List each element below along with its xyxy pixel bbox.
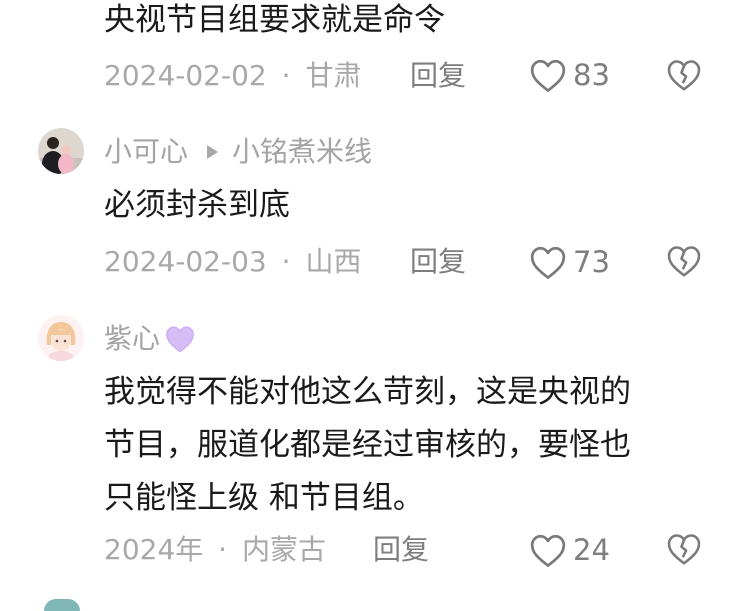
- author-name[interactable]: 小可心: [104, 134, 188, 170]
- meta-separator: ·: [281, 59, 291, 92]
- avatar[interactable]: [38, 128, 84, 174]
- meta-separator: ·: [281, 245, 291, 278]
- comment-meta: 2024-02-02 · 甘肃: [104, 58, 361, 94]
- dislike-button[interactable]: [666, 244, 702, 278]
- meta-separator: ·: [218, 533, 228, 566]
- comment-meta: 2024-02-03 · 山西: [104, 244, 361, 280]
- reply-button[interactable]: 回复: [410, 58, 466, 94]
- dislike-button[interactable]: [666, 58, 702, 92]
- reply-button[interactable]: 回复: [373, 532, 429, 568]
- comment-date: 2024年: [104, 533, 204, 566]
- reply-arrow-icon: [207, 145, 219, 159]
- like-button[interactable]: 24: [529, 532, 610, 568]
- like-button[interactable]: 83: [529, 57, 610, 93]
- comment-text: 必须封杀到底: [104, 187, 290, 223]
- comment-location: 山西: [305, 245, 362, 278]
- comment-text-line-2: 节目，服道化都是经过审核的，要怪也: [104, 427, 631, 463]
- comment-text-line-3: 只能怪上级 和节目组。: [104, 480, 424, 516]
- comment-location: 甘肃: [305, 59, 362, 92]
- comment-meta: 2024年 · 内蒙古: [104, 532, 326, 568]
- reply-to-name[interactable]: 小铭煮米线: [232, 134, 372, 170]
- avatar-photo: [38, 128, 84, 174]
- broken-heart-icon: [667, 60, 701, 91]
- author-name[interactable]: 紫心: [104, 321, 160, 357]
- comment-author-line: 小可心 小铭煮米线: [104, 134, 372, 170]
- comment-date: 2024-02-02: [104, 59, 267, 92]
- comment-location: 内蒙古: [241, 533, 326, 566]
- avatar[interactable]: [44, 599, 80, 611]
- avatar-illustration: [38, 315, 84, 361]
- purple-heart-emoji: [166, 326, 194, 353]
- broken-heart-icon: [667, 534, 701, 565]
- like-button[interactable]: 73: [529, 244, 610, 280]
- comment-date: 2024-02-03: [104, 245, 267, 278]
- heart-outline-icon: [530, 59, 566, 92]
- reply-button[interactable]: 回复: [410, 244, 466, 280]
- avatar[interactable]: [38, 315, 84, 361]
- like-count: 73: [573, 245, 610, 279]
- heart-outline-icon: [530, 246, 566, 279]
- broken-heart-icon: [667, 246, 701, 277]
- like-count: 83: [573, 58, 610, 92]
- comment-text-line-1: 我觉得不能对他这么苛刻，这是央视的: [104, 374, 631, 410]
- heart-outline-icon: [530, 534, 566, 567]
- like-count: 24: [573, 533, 610, 567]
- comment-text: 央视节目组要求就是命令: [104, 2, 445, 38]
- dislike-button[interactable]: [666, 532, 702, 566]
- comment-author-line: 紫心: [104, 321, 196, 357]
